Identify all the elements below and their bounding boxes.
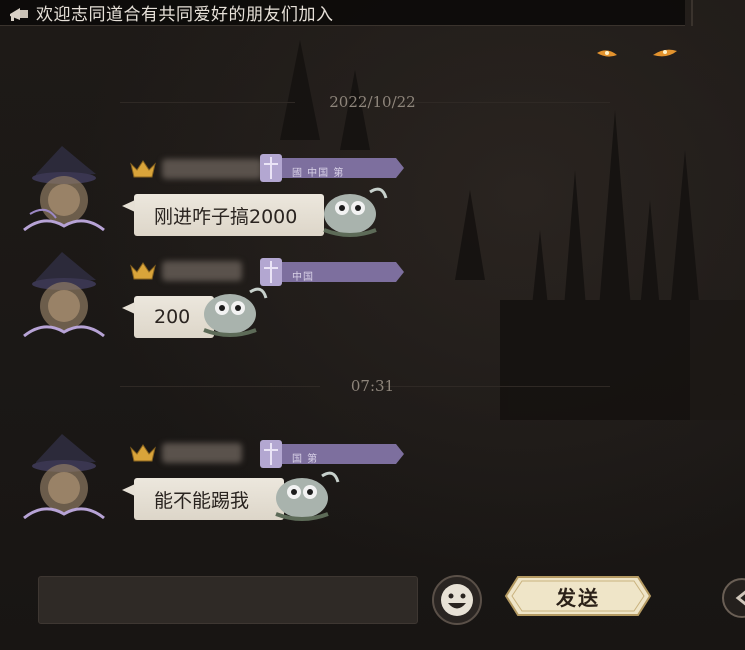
message-text: 刚进咋子搞2000	[154, 205, 298, 228]
message-text: 200	[154, 306, 191, 328]
username-blurred	[162, 261, 242, 281]
send-button[interactable]: 发送	[504, 573, 652, 619]
vip-crown-icon	[130, 262, 156, 280]
arrow-icon	[735, 590, 745, 606]
avatar[interactable]	[16, 432, 108, 524]
owl-sticker-icon	[323, 187, 388, 237]
name-row	[128, 442, 242, 464]
username-blurred	[162, 443, 242, 463]
emoji-icon	[441, 584, 473, 616]
name-row	[128, 158, 262, 180]
name-row	[128, 260, 242, 282]
announcement-bar: 欢迎志同道合有共同爱好的朋友们加入	[0, 0, 693, 26]
side-toggle-button[interactable]	[722, 578, 745, 618]
owl-sticker-icon	[203, 287, 268, 337]
vip-crown-icon	[130, 444, 156, 462]
send-label: 发送	[556, 585, 600, 610]
message-bubble[interactable]: 刚进咋子搞2000	[122, 194, 324, 236]
title-badge-text: 國 中国 第	[292, 168, 345, 179]
timestamp-separator: 2022/10/22	[329, 93, 416, 111]
timestamp-separator: 07:31	[350, 377, 395, 395]
chat-input[interactable]	[38, 576, 418, 624]
avatar[interactable]	[16, 250, 108, 342]
horn-icon	[10, 7, 28, 21]
message-text: 能不能踢我	[154, 489, 250, 512]
announcement-text: 欢迎志同道合有共同爱好的朋友们加入	[36, 5, 334, 25]
title-badge-icon	[260, 258, 404, 286]
emoji-button[interactable]	[432, 575, 482, 625]
username-blurred	[162, 159, 262, 179]
title-badge-text: 国 第	[292, 454, 319, 465]
vip-crown-icon	[130, 160, 156, 178]
title-badge-text: 中国	[292, 272, 314, 283]
avatar[interactable]	[16, 144, 108, 236]
owl-sticker-icon	[275, 471, 340, 521]
glowing-eyes-decoration	[597, 49, 677, 57]
